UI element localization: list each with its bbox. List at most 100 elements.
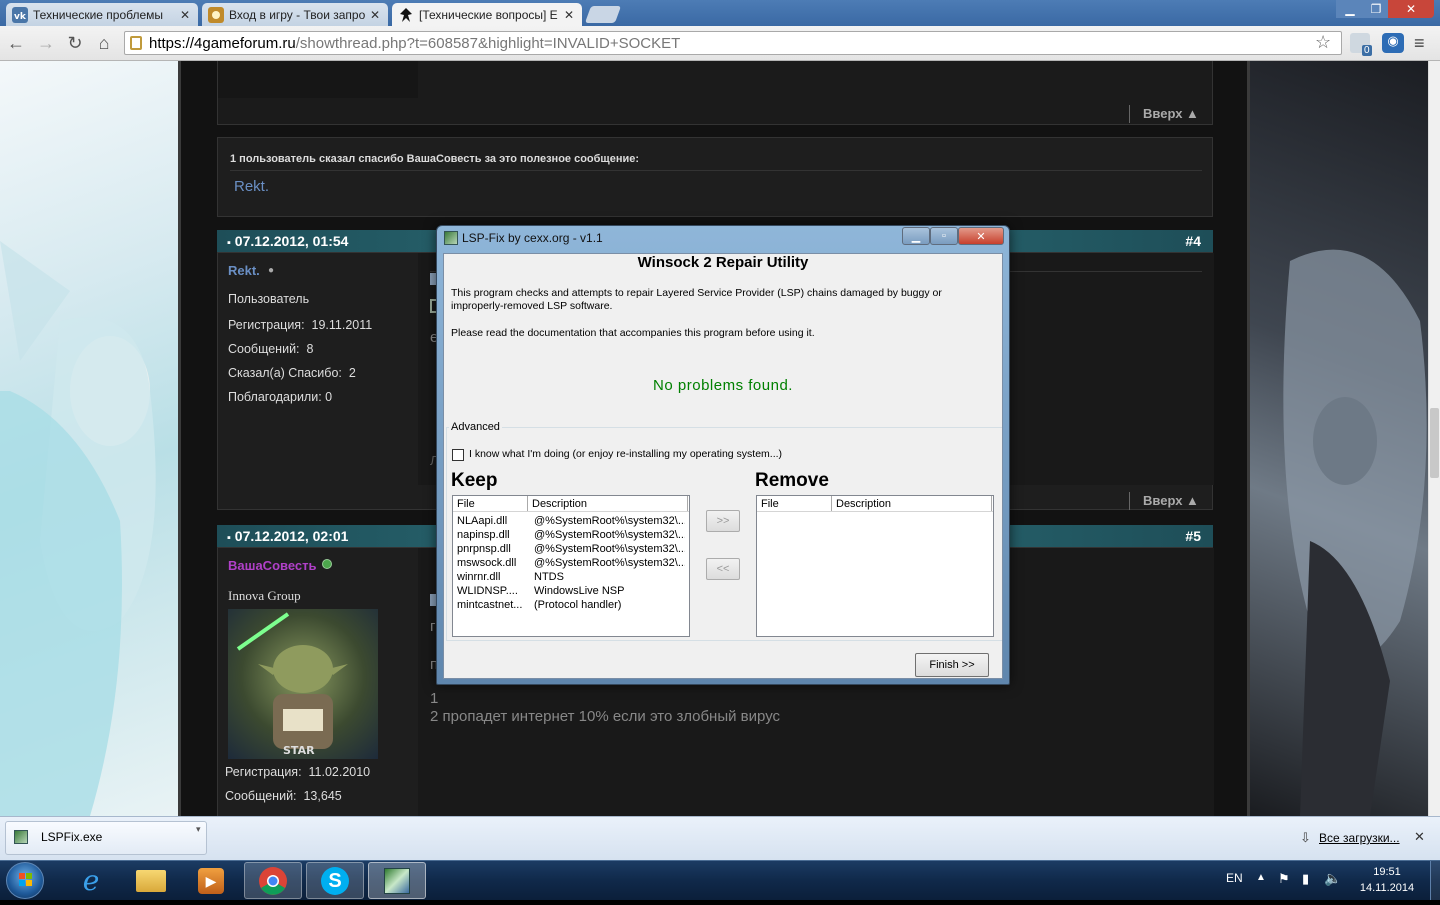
list-item[interactable]: napinsp.dll @%SystemRoot%\system32\... — [453, 529, 689, 543]
close-shelf-icon[interactable]: ✕ — [1414, 829, 1425, 845]
move-to-remove-button[interactable]: >> — [706, 510, 740, 532]
remove-col-desc[interactable]: Description — [832, 496, 992, 511]
chrome-icon — [259, 866, 287, 895]
windows-logo-icon — [19, 873, 32, 886]
list-item[interactable]: pnrpnsp.dll @%SystemRoot%\system32\... — [453, 543, 689, 557]
dialog-close-button[interactable]: ✕ — [958, 227, 1004, 245]
menu-icon[interactable]: ≡ — [1414, 33, 1425, 54]
thanks-user-link[interactable]: Rekt. — [234, 178, 269, 195]
tab-2-close-icon[interactable]: ✕ — [368, 8, 382, 22]
minimize-button[interactable]: ▁ — [1336, 0, 1364, 18]
post-4-back-to-top[interactable]: Вверх ▲ — [1143, 493, 1199, 508]
confirm-checkbox[interactable] — [452, 449, 464, 461]
post-4-msgs: Сообщений: 8 — [228, 342, 314, 356]
tab-2-title: Вход в игру - Твои запро — [229, 7, 366, 22]
svg-text:STAR: STAR — [283, 744, 315, 757]
scrollbar-thumb[interactable] — [1430, 408, 1439, 478]
bookmark-star-icon[interactable]: ☆ — [1315, 32, 1331, 53]
maximize-button[interactable]: ❐ — [1364, 0, 1388, 18]
keep-col-file[interactable]: File — [453, 496, 528, 511]
download-item[interactable] — [5, 821, 207, 855]
post-5-group: Innova Group — [228, 588, 301, 603]
row-desc: @%SystemRoot%\system32\... — [534, 557, 685, 569]
page-info-icon[interactable] — [130, 36, 142, 50]
back-to-top-link[interactable]: Вверх ▲ — [1143, 106, 1199, 121]
keep-rows: NLAapi.dll @%SystemRoot%\system32\... nap… — [453, 512, 689, 613]
game-icon — [208, 6, 224, 23]
post-5-number[interactable]: #5 — [1185, 528, 1201, 544]
row-file: pnrpnsp.dll — [457, 543, 511, 555]
page-scrollbar[interactable] — [1428, 61, 1440, 816]
tab-3-active[interactable]: [Технические вопросы] Е ✕ — [392, 3, 582, 26]
clock-date[interactable]: 14.11.2014 — [1354, 882, 1420, 894]
list-item[interactable]: mswsock.dll @%SystemRoot%\system32\... — [453, 557, 689, 571]
online-status-icon — [322, 559, 332, 569]
show-desktop-button[interactable] — [1430, 861, 1440, 900]
all-downloads-link[interactable]: Все загрузки... — [1319, 831, 1400, 845]
finish-button[interactable]: Finish >> — [915, 653, 989, 677]
taskbar-media-player[interactable]: ▶ — [182, 862, 240, 899]
tab-2[interactable]: Вход в игру - Твои запро ✕ — [202, 3, 388, 26]
post-5-author[interactable]: ВашаСовесть — [228, 558, 316, 573]
list-item[interactable]: winrnr.dll NTDS — [453, 571, 689, 585]
remove-list-header: File Description — [757, 496, 993, 512]
media-player-icon: ▶ — [198, 867, 224, 894]
taskbar-lspfix[interactable] — [368, 862, 426, 899]
language-indicator[interactable]: EN — [1226, 871, 1243, 885]
tab-3-close-icon[interactable]: ✕ — [562, 8, 576, 22]
tab-1[interactable]: vk Технические проблемы ✕ — [6, 3, 198, 26]
taskbar-skype[interactable]: S — [306, 862, 364, 899]
eye-extension-icon[interactable]: ◉ — [1382, 33, 1404, 53]
keep-col-desc[interactable]: Description — [528, 496, 688, 511]
forum-icon — [400, 7, 412, 22]
keep-list[interactable]: File Description NLAapi.dll @%SystemRoot%… — [452, 495, 690, 637]
post-5-date-wrap: ▪ 07.12.2012, 02:01 — [227, 528, 349, 544]
reload-icon[interactable]: ↻ — [63, 31, 87, 55]
taskbar-chrome[interactable] — [244, 862, 302, 899]
tab-3-title: [Технические вопросы] Е — [419, 7, 558, 22]
post-4-author[interactable]: Rekt. — [228, 263, 260, 278]
dialog-maximize-button[interactable]: ▫ — [930, 227, 958, 245]
list-item[interactable]: NLAapi.dll @%SystemRoot%\system32\... — [453, 515, 689, 529]
taskbar-ie[interactable]: e — [62, 862, 120, 899]
row-file: napinsp.dll — [457, 529, 510, 541]
remove-list[interactable]: File Description — [756, 495, 994, 637]
ie-icon: e — [82, 864, 100, 897]
list-item[interactable]: mintcastnet... (Protocol handler) — [453, 599, 689, 613]
tab-1-close-icon[interactable]: ✕ — [178, 8, 192, 22]
thanks-header: 1 пользователь сказал спасибо ВашаСовест… — [230, 153, 640, 165]
post-4-date: 07.12.2012, 01:54 — [234, 233, 349, 249]
keep-list-header: File Description — [453, 496, 689, 512]
start-button[interactable] — [6, 862, 44, 899]
confirm-checkbox-label[interactable]: I know what I'm doing (or enjoy re-insta… — [469, 448, 782, 460]
offline-dot-icon: ● — [268, 265, 275, 276]
folder-icon — [136, 869, 166, 892]
post-5-text-1: 1 — [430, 690, 439, 707]
thanks-box: 1 пользователь сказал спасибо ВашаСовест… — [217, 137, 1213, 217]
post-4-number[interactable]: #4 — [1185, 233, 1201, 249]
address-bar[interactable]: https://4gameforum.ru/showthread.php?t=6… — [124, 31, 1342, 55]
move-to-keep-button[interactable]: << — [706, 558, 740, 580]
dialog-minimize-button[interactable]: ▁ — [902, 227, 930, 245]
back-arrow-icon[interactable]: ← — [4, 31, 28, 55]
network-icon[interactable]: ▮ — [1302, 871, 1309, 887]
action-center-flag-icon[interactable]: ⚑ — [1278, 871, 1290, 887]
anime-girl-art — [0, 241, 156, 816]
download-filename[interactable]: LSPFix.exe — [41, 830, 102, 844]
user-avatar[interactable]: STAR — [228, 609, 378, 759]
status-message: No problems found. — [653, 377, 793, 394]
volume-icon[interactable]: 🔈 — [1324, 870, 1341, 887]
close-window-button[interactable]: ✕ — [1388, 0, 1434, 18]
remove-label: Remove — [755, 470, 829, 491]
row-file: WLIDNSP.... — [457, 585, 518, 597]
home-icon[interactable]: ⌂ — [92, 31, 116, 55]
taskbar-explorer[interactable] — [122, 862, 180, 899]
download-menu-chevron-icon[interactable]: ▾ — [196, 824, 201, 835]
tray-expand-icon[interactable]: ▲ — [1256, 872, 1266, 883]
list-item[interactable]: WLIDNSP.... WindowsLive NSP — [453, 585, 689, 599]
remove-col-file[interactable]: File — [757, 496, 832, 511]
new-tab-button[interactable] — [584, 6, 622, 23]
forward-arrow-icon[interactable]: → — [34, 31, 58, 55]
clock-time[interactable]: 19:51 — [1358, 866, 1416, 878]
svg-text:vk: vk — [14, 12, 27, 22]
